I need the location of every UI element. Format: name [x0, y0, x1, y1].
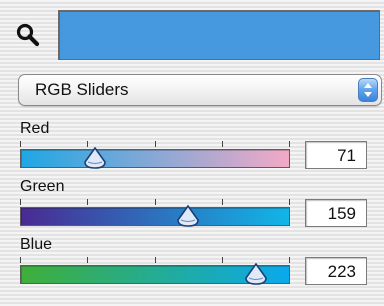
- blue-tick: [20, 257, 21, 263]
- red-tick: [289, 141, 290, 147]
- color-mode-label: RGB Sliders: [35, 80, 129, 99]
- green-tick: [155, 199, 156, 205]
- green-label: Green: [20, 178, 65, 195]
- green-tick: [20, 199, 21, 205]
- blue-tick: [289, 257, 290, 263]
- red-tick: [20, 141, 21, 147]
- blue-slider-thumb[interactable]: [244, 262, 268, 285]
- color-swatch[interactable]: [58, 10, 380, 60]
- up-down-arrows-icon: [358, 78, 378, 102]
- green-tick: [289, 199, 290, 205]
- red-slider-track[interactable]: [20, 149, 290, 168]
- color-mode-popup[interactable]: RGB Sliders: [18, 74, 382, 106]
- blue-tick: [222, 257, 223, 263]
- red-tick: [155, 141, 156, 147]
- red-tick: [222, 141, 223, 147]
- red-value-field[interactable]: 71: [305, 141, 367, 169]
- green-tick: [222, 199, 223, 205]
- blue-label: Blue: [20, 236, 53, 253]
- blue-tick: [155, 257, 156, 263]
- red-label: Red: [20, 120, 50, 137]
- green-value-field[interactable]: 159: [305, 199, 367, 227]
- red-slider-thumb[interactable]: [83, 146, 107, 169]
- green-tick: [87, 199, 88, 205]
- blue-tick: [87, 257, 88, 263]
- green-slider-thumb[interactable]: [176, 204, 200, 227]
- green-slider-track[interactable]: [20, 207, 290, 226]
- blue-value-field[interactable]: 223: [305, 257, 367, 285]
- magnifier-icon[interactable]: [15, 22, 41, 48]
